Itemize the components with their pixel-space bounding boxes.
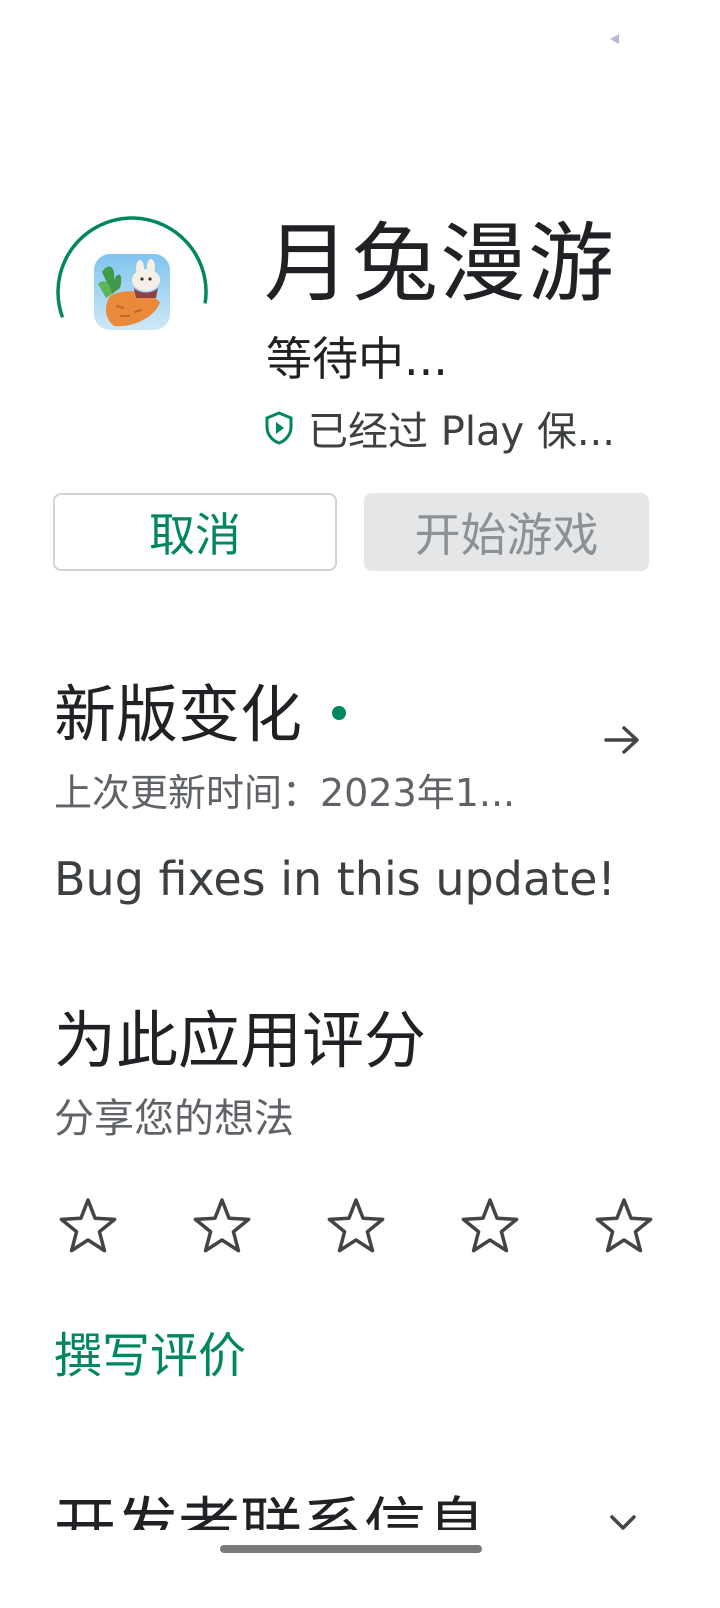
status-bar-indicator-icon <box>610 34 619 44</box>
arrow-right-icon[interactable] <box>600 718 644 762</box>
rate-app-title: 为此应用评分 <box>54 1004 427 1077</box>
play-protect-badge[interactable]: 已经过 Play 保... <box>264 400 615 456</box>
new-indicator-dot <box>332 706 346 720</box>
app-details-screen: 月兔漫游 等待中... 已经过 Play 保... 取消 开始游戏 新版变化 上… <box>0 0 720 1608</box>
app-icon <box>94 254 170 330</box>
release-notes: Bug fixes in this update! <box>54 852 616 906</box>
developer-contact-header[interactable]: 开发者联系信息 <box>54 1490 534 1530</box>
cancel-button[interactable]: 取消 <box>53 493 337 571</box>
shield-check-icon <box>265 411 293 445</box>
rate-app-subtitle: 分享您的想法 <box>54 1096 294 1142</box>
whats-new-title[interactable]: 新版变化 <box>54 678 302 752</box>
home-indicator[interactable] <box>220 1545 482 1553</box>
star-icon[interactable] <box>592 1194 656 1258</box>
write-review-link[interactable]: 撰写评价 <box>54 1316 246 1386</box>
last-updated-text: 上次更新时间：2023年1... <box>54 771 516 815</box>
star-icon[interactable] <box>324 1194 388 1258</box>
start-game-button[interactable]: 开始游戏 <box>364 493 649 571</box>
app-title: 月兔漫游 <box>264 214 616 314</box>
chevron-down-icon[interactable] <box>604 1508 642 1538</box>
play-protect-label: 已经过 Play 保... <box>308 409 615 455</box>
developer-contact-title: 开发者联系信息 <box>54 1490 489 1530</box>
app-icon-container <box>52 212 212 372</box>
star-icon[interactable] <box>190 1194 254 1258</box>
star-icon[interactable] <box>458 1194 522 1258</box>
star-icon[interactable] <box>56 1194 120 1258</box>
rating-stars <box>56 1194 656 1264</box>
download-status: 等待中... <box>266 332 448 386</box>
